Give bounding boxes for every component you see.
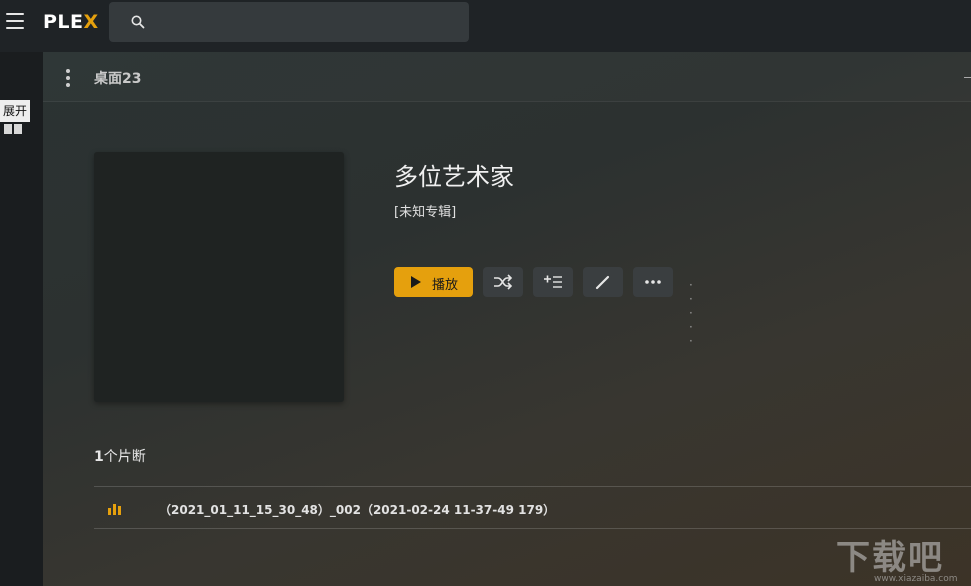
shuffle-icon [494, 274, 513, 290]
add-to-playlist-button[interactable] [533, 267, 573, 297]
album-artwork [94, 152, 344, 402]
pencil-icon [595, 275, 610, 290]
top-bar: PLEX [0, 0, 971, 52]
watermark-url: www.xiazaiba.com [874, 574, 958, 584]
track-title: （2021_01_11_15_30_48）_002（2021-02-24 11-… [159, 503, 556, 517]
watermark-text: 下载吧 [836, 538, 944, 578]
logo-text: PLE [43, 11, 84, 33]
logo-x: X [83, 11, 99, 33]
track-row[interactable]: （2021_01_11_15_30_48）_002（2021-02-24 11-… [94, 488, 971, 528]
add-to-queue-icon [544, 275, 562, 288]
watermark: 下载吧 www.xiazaiba.com [832, 530, 968, 584]
play-icon [411, 276, 421, 288]
more-horizontal-icon [645, 280, 661, 284]
search-box[interactable] [109, 2, 469, 42]
track-count-label: 个片断 [103, 449, 146, 465]
divider [94, 528, 971, 529]
search-input[interactable] [153, 8, 453, 36]
search-icon [131, 15, 145, 29]
sub-header: 桌面23 [43, 52, 971, 102]
expand-tooltip: 展开 [0, 100, 31, 122]
minimize-icon[interactable] [964, 77, 971, 78]
main-content: 桌面23 多位艺术家 [未知专辑] 播放 · · · · · 1个片断 （202… [43, 52, 971, 586]
edit-button[interactable] [583, 267, 623, 297]
now-playing-icon [108, 504, 122, 515]
more-button[interactable] [633, 267, 673, 297]
sidebar: 展开 [0, 52, 43, 586]
play-button[interactable]: 播放 [394, 267, 473, 297]
shuffle-button[interactable] [483, 267, 523, 297]
divider [94, 486, 971, 487]
breadcrumb[interactable]: 桌面23 [94, 68, 141, 88]
rating-dots[interactable]: · · · · · [689, 278, 698, 348]
play-label: 播放 [432, 278, 459, 293]
track-count: 1个片断 [94, 446, 146, 466]
album-name[interactable]: [未知专辑] [394, 201, 456, 220]
more-vertical-icon[interactable] [65, 69, 71, 87]
artist-title: 多位艺术家 [394, 163, 514, 191]
library-icon[interactable] [4, 124, 22, 134]
plex-logo[interactable]: PLEX [43, 11, 99, 33]
track-count-number: 1 [94, 449, 104, 465]
menu-icon[interactable] [6, 13, 24, 29]
